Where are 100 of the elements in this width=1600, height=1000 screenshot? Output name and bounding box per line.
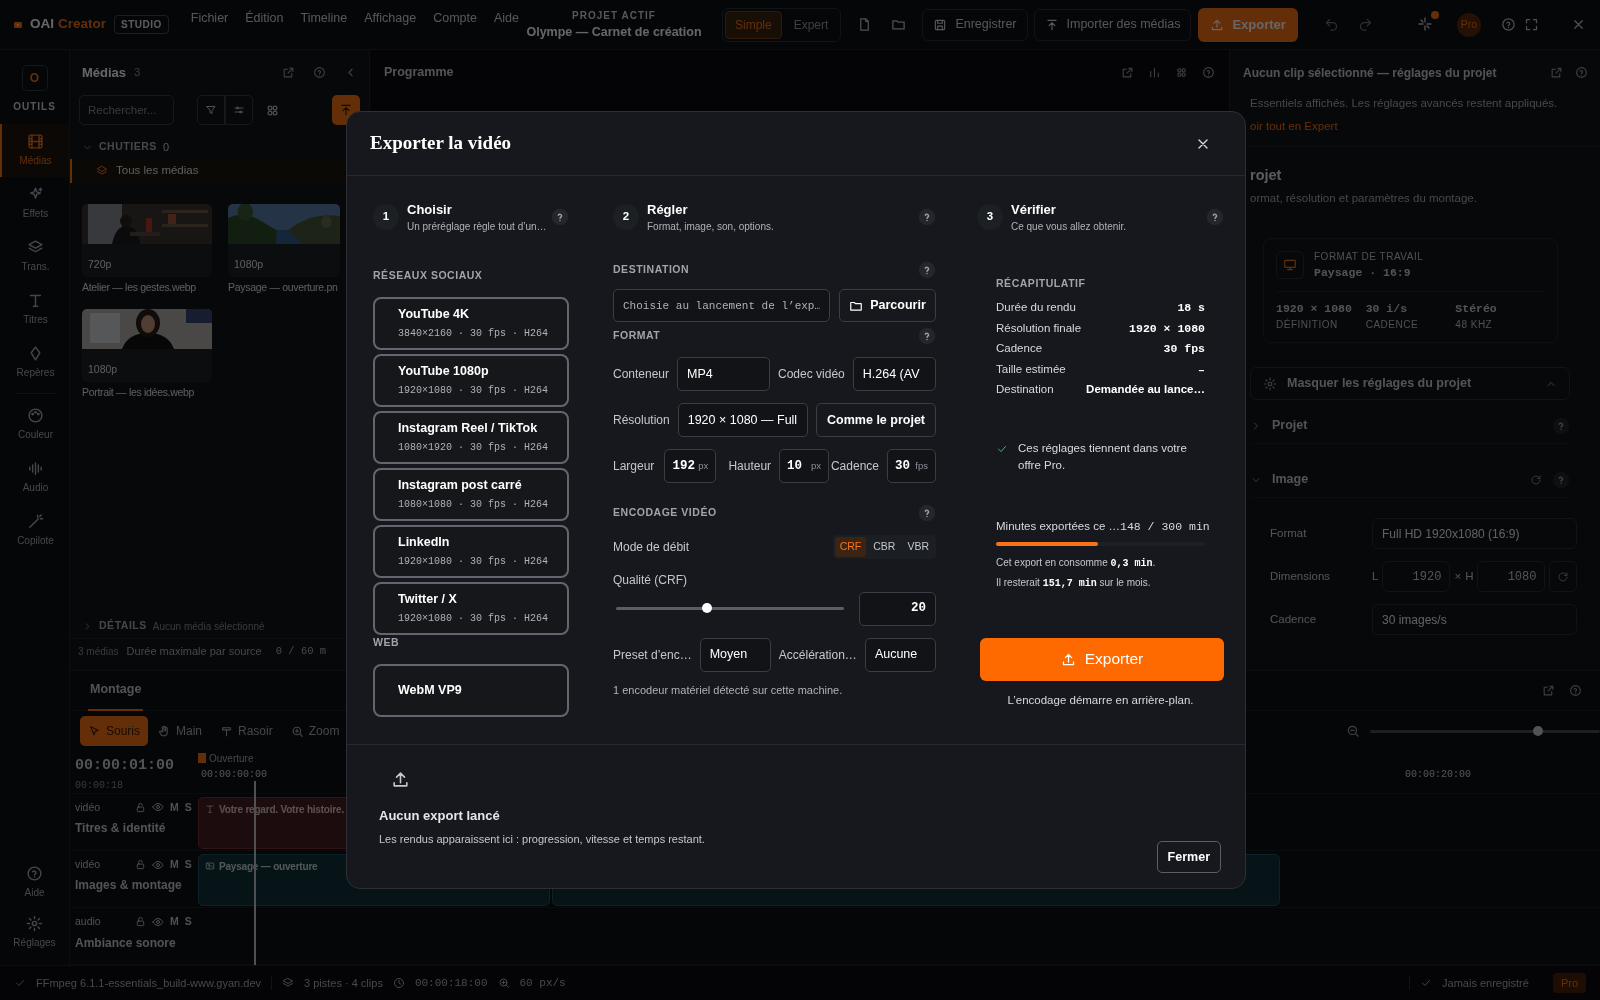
preset-card[interactable]: Twitter / X 1920×1080 · 30 fps · H264 [373, 581, 569, 635]
preset-card[interactable]: LinkedIn 1920×1080 · 30 fps · H264 [373, 524, 569, 578]
filter-icon[interactable] [197, 95, 225, 125]
tool-rail-item[interactable]: Copilote [0, 504, 69, 557]
rate-select[interactable]: 30 images/s [1372, 604, 1578, 635]
lock-icon[interactable] [135, 916, 146, 928]
close-button[interactable]: Fermer [1156, 841, 1221, 873]
menu-item[interactable]: Compte [433, 9, 477, 28]
width-field[interactable]: 1920 [1382, 561, 1451, 592]
marker-label[interactable]: Ouverture [209, 751, 254, 766]
tool-rail-item[interactable]: Réglages [0, 907, 69, 957]
plan-avatar[interactable]: Pro [1456, 12, 1481, 37]
chart-icon[interactable] [1148, 66, 1161, 79]
mute-toggle[interactable]: M [170, 913, 179, 930]
mute-toggle[interactable]: M [170, 856, 179, 873]
tool-rail-item[interactable]: Aide [0, 857, 69, 907]
eye-icon[interactable] [152, 915, 164, 928]
slider-thumb[interactable] [702, 603, 713, 614]
help-icon[interactable] [1206, 208, 1224, 226]
folder-icon[interactable] [891, 17, 907, 32]
container-select[interactable]: MP4 [677, 357, 771, 391]
browse-button[interactable]: Parcourir [839, 289, 936, 322]
mute-toggle[interactable]: M [170, 799, 179, 816]
media-name[interactable]: Paysage — ouverture.pn [228, 280, 340, 296]
eye-icon[interactable] [152, 801, 164, 814]
quality-field[interactable]: 20 [859, 591, 936, 626]
frame-rate-field[interactable]: 30 fps [887, 449, 936, 483]
grid-icon[interactable] [1175, 66, 1188, 79]
tool-rail-item[interactable]: Médias [0, 124, 69, 177]
preset-card[interactable]: Instagram Reel / TikTok 1080×1920 · 30 fps · H264 [373, 410, 569, 464]
preset-card[interactable]: YouTube 1080p 1920×1080 · 30 fps · H264 [373, 353, 569, 407]
sliders-icon[interactable] [225, 95, 253, 125]
timeline-tool[interactable]: Souris [80, 716, 148, 746]
tool-rail-item[interactable]: Repères [0, 336, 69, 389]
menu-item[interactable]: Fichier [190, 9, 229, 28]
help-icon[interactable] [918, 504, 936, 522]
lock-icon[interactable] [135, 859, 146, 871]
media-thumbnail[interactable]: 1080p [82, 308, 212, 382]
section-header[interactable]: Image [1250, 470, 1309, 489]
width-field[interactable]: 192 px [664, 449, 717, 483]
match-project-button[interactable]: Comme le projet [816, 403, 936, 437]
resolution-select[interactable]: 1920 × 1080 — Full [677, 403, 808, 437]
solo-toggle[interactable]: S [184, 913, 192, 930]
menu-item[interactable]: Édition [245, 9, 284, 28]
tool-rail-item[interactable]: Effets [0, 177, 69, 230]
section-header[interactable]: Projet [1250, 416, 1308, 435]
external-link-icon[interactable] [1550, 66, 1563, 79]
help-icon[interactable] [918, 327, 936, 345]
preset-card[interactable]: Instagram post carré 1080×1080 · 30 fps · H264 [373, 467, 569, 521]
timeline-tool[interactable]: Zoom [282, 716, 348, 746]
format-select[interactable]: Full HD 1920x1080 (16:9) [1372, 518, 1578, 549]
zoom-out-icon[interactable] [1346, 724, 1360, 738]
marker-flag[interactable] [198, 753, 206, 763]
help-icon[interactable] [551, 208, 569, 226]
slider-thumb[interactable] [1532, 725, 1543, 736]
menu-item[interactable]: Aide [493, 9, 519, 28]
codec-select[interactable]: H.264 (AV [852, 357, 936, 391]
export-button[interactable]: Exporter [980, 637, 1224, 681]
acceleration-select[interactable]: Aucune [864, 637, 936, 672]
external-link-icon[interactable] [282, 66, 295, 79]
rate-mode-tab[interactable]: VBR [902, 537, 934, 557]
tool-rail-item[interactable]: Audio [0, 451, 69, 504]
help-icon[interactable] [918, 208, 936, 226]
mode-tab[interactable]: Simple [725, 10, 782, 39]
rate-mode-tab[interactable]: CRF [834, 537, 867, 557]
media-thumbnail[interactable]: 720p [82, 204, 212, 277]
tool-rail-item[interactable]: Trans. [0, 230, 69, 283]
reset-icon[interactable] [1530, 473, 1542, 486]
external-link-icon[interactable] [1542, 684, 1555, 697]
solo-toggle[interactable]: S [184, 856, 192, 873]
timeline-tool[interactable]: Main [150, 716, 211, 746]
maximize-icon[interactable] [1524, 17, 1539, 32]
menu-item[interactable]: Timeline [300, 9, 348, 28]
tool-rail-item[interactable]: Couleur [0, 398, 69, 451]
import-media-button[interactable]: Importer des médias [1033, 8, 1192, 41]
height-field[interactable]: 10 px [779, 449, 830, 483]
media-thumbnail[interactable]: 1080p [228, 204, 340, 277]
rate-mode-tab[interactable]: CBR [868, 537, 901, 557]
external-link-icon[interactable] [1121, 66, 1134, 79]
lock-icon[interactable] [135, 801, 146, 813]
toggle-settings-button[interactable]: Masquer les réglages du projet [1250, 367, 1570, 400]
sparkle-icon[interactable] [1416, 15, 1433, 32]
export-button[interactable]: Exporter [1198, 7, 1298, 42]
mode-tab[interactable]: Expert [783, 10, 839, 39]
timeline-tool[interactable]: Rasoir [212, 716, 281, 746]
help-icon[interactable] [1500, 17, 1516, 32]
menu-item[interactable]: Affichage [364, 9, 417, 28]
help-icon[interactable] [918, 261, 936, 279]
redo-icon[interactable] [1357, 17, 1373, 32]
eye-icon[interactable] [152, 858, 164, 871]
solo-toggle[interactable]: S [184, 799, 192, 816]
media-name[interactable]: Portrait — les idées.webp [82, 384, 212, 401]
tool-rail-item[interactable]: Titres [0, 283, 69, 336]
undo-icon[interactable] [1323, 17, 1339, 32]
save-button[interactable]: Enregistrer [922, 8, 1028, 41]
reset-button[interactable] [1549, 561, 1578, 592]
destination-field[interactable]: Choisie au lancement de l’exp… [613, 289, 830, 322]
timeline-tab[interactable]: Montage [88, 670, 144, 711]
preset-card[interactable]: YouTube 4K 3840×2160 · 30 fps · H264 [373, 296, 569, 350]
media-name[interactable]: Atelier — les gestes.webp [82, 280, 212, 296]
